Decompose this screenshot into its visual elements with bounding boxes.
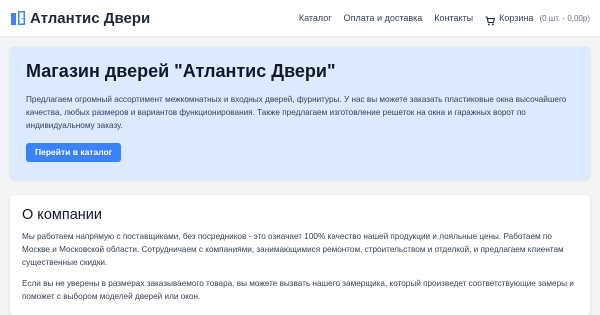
hero-text: Предлагаем огромный ассортимент межкомна… bbox=[26, 95, 567, 130]
door-icon bbox=[10, 10, 26, 26]
cart-label: Корзина bbox=[499, 13, 534, 23]
about-paragraph: Если вы не уверены в размерах заказываем… bbox=[22, 279, 574, 301]
go-to-catalog-button[interactable]: Перейти в каталог bbox=[26, 143, 122, 162]
cart-icon bbox=[485, 13, 496, 26]
nav-link-payment-delivery[interactable]: Оплата и доставка bbox=[344, 13, 423, 23]
nav-link-catalog[interactable]: Каталог bbox=[299, 13, 332, 23]
about-section: О компании Мы работаем напрямую с постав… bbox=[10, 195, 590, 315]
brand-name: Атлантис Двери bbox=[30, 9, 151, 27]
about-title: О компании bbox=[22, 207, 102, 223]
about-paragraph: Мы работаем напрямую с поставщиками, без… bbox=[22, 232, 564, 267]
hero-title: Магазин дверей "Атлантис Двери" bbox=[26, 61, 336, 81]
main-nav: Каталог Оплата и доставка Контакты Корзи… bbox=[287, 13, 590, 26]
cart-count: (0 шт. - 0,00р) bbox=[539, 13, 590, 23]
navbar: Атлантис Двери Каталог Оплата и доставка… bbox=[0, 0, 600, 36]
hero-section: Магазин дверей "Атлантис Двери" Предлага… bbox=[10, 47, 590, 179]
cart-link[interactable]: Корзина (0 шт. - 0,00р) bbox=[485, 13, 590, 26]
brand-link[interactable]: Атлантис Двери bbox=[10, 10, 150, 27]
nav-link-contacts[interactable]: Контакты bbox=[434, 13, 473, 23]
